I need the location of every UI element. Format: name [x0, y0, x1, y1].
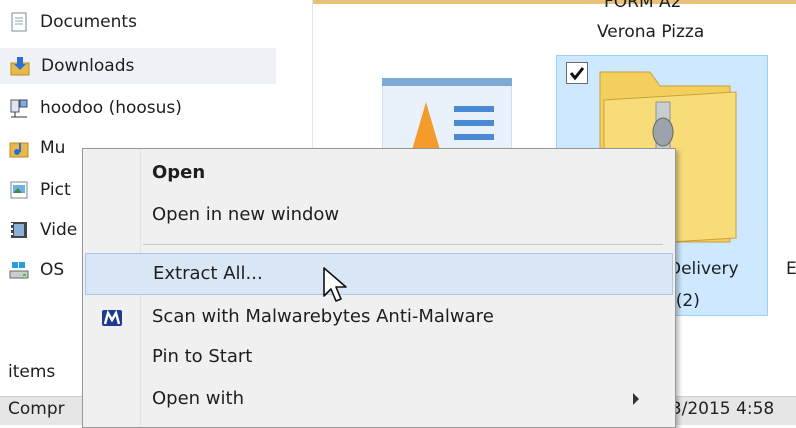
item-count-label: items — [8, 362, 56, 382]
file-caption-verona-pizza[interactable]: Verona Pizza — [597, 22, 704, 42]
details-type-text: Compr — [8, 399, 65, 419]
menu-item-open-with[interactable]: Open with — [85, 379, 673, 421]
nav-item-documents[interactable]: Documents — [0, 4, 276, 40]
menu-item-extract-all[interactable]: Extract All... — [85, 253, 673, 295]
menu-separator — [143, 244, 663, 245]
details-date-text: 13/2015 4:58 — [660, 399, 775, 419]
nav-label: Pict — [40, 180, 71, 200]
videos-icon — [8, 219, 30, 241]
menu-item-scan-malwarebytes[interactable]: Scan with Malwarebytes Anti-Malware — [85, 297, 673, 339]
nav-label: OS — [40, 260, 65, 280]
context-menu: Open Open in new window Extract All... S… — [82, 148, 676, 428]
documents-icon — [8, 11, 30, 33]
malwarebytes-icon — [101, 307, 123, 329]
music-icon — [8, 137, 30, 159]
submenu-arrow-icon — [633, 393, 639, 405]
menu-item-label: Extract All... — [153, 263, 263, 284]
menu-item-open[interactable]: Open — [85, 153, 673, 195]
nav-label: Downloads — [41, 56, 135, 76]
nav-label: Mu — [40, 138, 66, 158]
explorer-window: Documents Downloads hoodoo (hoosus) Mu P… — [0, 0, 796, 428]
file-caption-partial: FORM A2 — [604, 0, 682, 12]
nav-item-downloads[interactable]: Downloads — [0, 48, 276, 84]
zip-caption-line1: Delivery — [668, 259, 739, 279]
nav-label: Vide — [40, 220, 78, 240]
menu-item-label: Open — [152, 162, 206, 183]
text-file-icon[interactable] — [381, 77, 513, 151]
pictures-icon — [8, 179, 30, 201]
downloads-icon — [9, 55, 31, 77]
menu-item-label: Open with — [152, 388, 244, 409]
menu-item-open-new-window[interactable]: Open in new window — [85, 195, 673, 237]
mouse-pointer-icon — [322, 266, 350, 310]
menu-item-label: Open in new window — [152, 204, 340, 225]
next-file-caption-partial: E — [786, 259, 796, 279]
nav-label: hoodoo (hoosus) — [40, 98, 182, 118]
nav-item-hoodoo[interactable]: hoodoo (hoosus) — [0, 90, 276, 126]
menu-item-label: Pin to Start — [152, 346, 253, 367]
selection-checkbox[interactable] — [566, 62, 588, 84]
network-computer-icon — [8, 97, 30, 119]
nav-label: Documents — [40, 12, 137, 32]
menu-item-pin-to-start[interactable]: Pin to Start — [85, 337, 673, 379]
drive-icon — [8, 259, 30, 281]
